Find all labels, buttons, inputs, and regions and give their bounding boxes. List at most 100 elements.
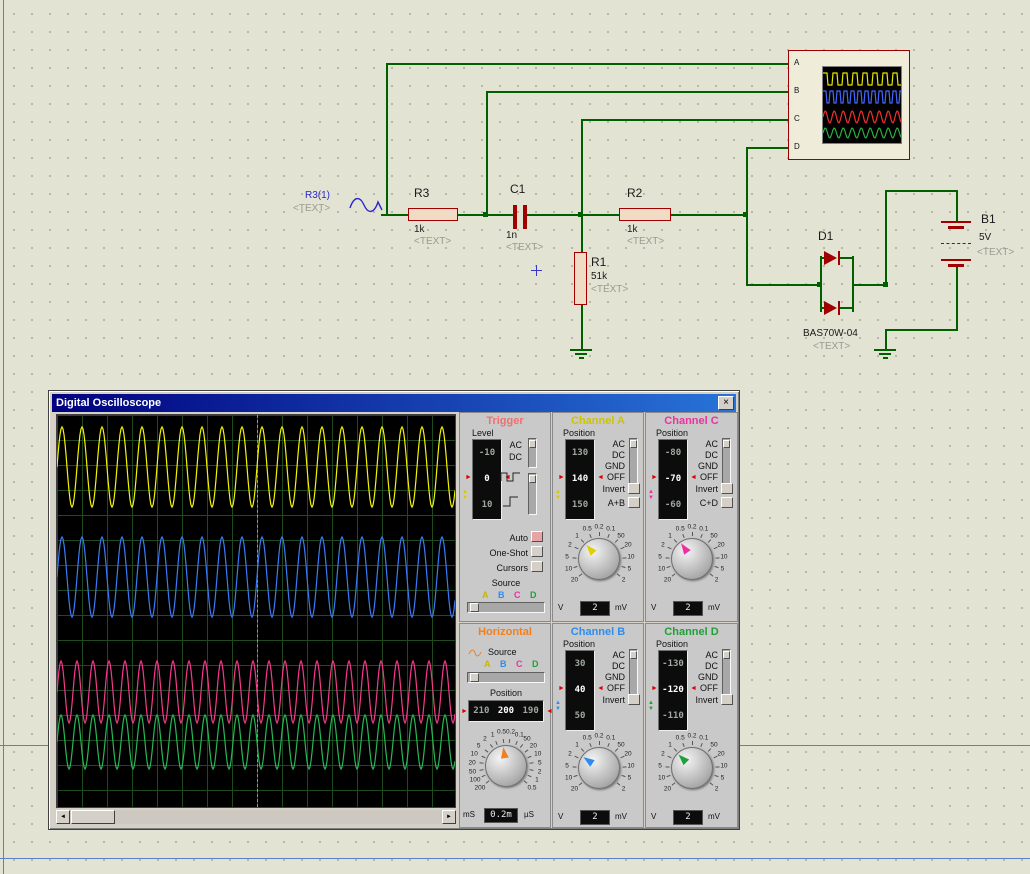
window-titlebar[interactable]: Digital Oscilloscope ×	[52, 394, 736, 412]
battery-b1-plate[interactable]	[941, 221, 971, 223]
knob-pointer	[499, 746, 509, 759]
r1-text-label: <TEXT>	[591, 284, 629, 295]
channel-a-nudge-arrows[interactable]: ▲ ▼	[555, 489, 561, 501]
nudge-down-icon[interactable]: ▼	[462, 495, 468, 501]
timebase-value: 0.2m	[484, 808, 518, 823]
scroll-thumb[interactable]	[71, 810, 115, 824]
channel-b-nudge-arrows[interactable]: ▲ ▼	[555, 700, 561, 712]
slider-thumb[interactable]	[630, 651, 637, 659]
wire-segment	[852, 284, 886, 286]
knob-scale-label: 5	[476, 742, 481, 750]
knob-tick	[572, 556, 577, 559]
slider-thumb[interactable]	[630, 440, 637, 448]
source-a[interactable]: A	[484, 659, 491, 669]
preview-trace-d	[822, 127, 902, 139]
knob-scale-label: 50	[710, 741, 718, 749]
timebase-knob[interactable]: 200 100 50 20 10 5 2 1 0.5 0.2 0.1 50 20 10 5 2 1 0.5	[462, 726, 551, 804]
knob-tick	[479, 762, 484, 765]
trigger-source-slider[interactable]	[467, 602, 545, 613]
knob-tick	[573, 565, 578, 568]
source-d[interactable]: D	[532, 659, 539, 669]
nudge-down-icon[interactable]: ▼	[555, 495, 561, 501]
knob-tick	[709, 573, 714, 577]
source-c[interactable]: C	[516, 659, 523, 669]
knob-body[interactable]	[671, 747, 713, 789]
channel-d-gain-knob[interactable]: 20 10 5 2 1 0.5 0.2 0.1 50 20 10 5 2	[648, 728, 737, 806]
position-value-current: -120	[662, 685, 684, 695]
source-d[interactable]: D	[530, 590, 537, 600]
capacitor-c1-plate[interactable]	[513, 205, 517, 229]
d1-value-label: BAS70W-04	[803, 328, 858, 339]
channel-d-coupling-slider[interactable]	[722, 649, 731, 695]
channel-d-invert-button[interactable]	[721, 694, 733, 705]
source-b[interactable]: B	[498, 590, 505, 600]
coupling-off: OFF	[700, 472, 718, 482]
channel-d-nudge-arrows[interactable]: ▲ ▼	[648, 700, 654, 712]
knob-scale-label: 2	[661, 750, 665, 758]
trigger-coupling-slider[interactable]	[528, 438, 537, 468]
channel-c-gain-knob[interactable]: 20 10 5 2 1 0.5 0.2 0.1 50 20 10 5 2	[648, 519, 737, 597]
source-b[interactable]: B	[500, 659, 507, 669]
scroll-right-icon[interactable]: ►	[442, 810, 456, 824]
scroll-left-icon[interactable]: ◄	[56, 810, 70, 824]
knob-body[interactable]	[578, 747, 620, 789]
knob-tick	[527, 775, 532, 778]
marker-right-icon: ►	[651, 685, 658, 692]
trigger-edge-slider[interactable]	[528, 473, 537, 515]
knob-tick	[667, 756, 672, 759]
knob-tick	[509, 739, 511, 744]
slider-thumb[interactable]	[470, 673, 479, 682]
knob-scale-label: 50	[617, 532, 625, 540]
knob-tick	[616, 782, 621, 786]
cursors-button[interactable]	[531, 561, 543, 572]
diode-d1-top[interactable]	[824, 251, 837, 265]
slider-thumb[interactable]	[723, 440, 730, 448]
source-a[interactable]: A	[482, 590, 489, 600]
coupling-ac: AC	[612, 650, 625, 660]
battery-b1-plate[interactable]	[941, 259, 971, 261]
channel-a-coupling-slider[interactable]	[629, 438, 638, 484]
battery-b1-plate[interactable]	[948, 264, 964, 267]
close-button[interactable]: ×	[718, 396, 734, 410]
channel-c-sum-button[interactable]	[721, 497, 733, 508]
coupling-off: OFF	[607, 683, 625, 693]
trigger-nudge-arrows[interactable]: ▲ ▼	[462, 489, 468, 501]
channel-a-invert-button[interactable]	[628, 483, 640, 494]
nudge-down-icon[interactable]: ▼	[555, 706, 561, 712]
one-shot-button[interactable]	[531, 546, 543, 557]
capacitor-c1-plate[interactable]	[523, 205, 527, 229]
knob-body[interactable]	[578, 538, 620, 580]
channel-a-gain-knob[interactable]: 20 10 5 2 1 0.5 0.2 0.1 50 20 10 5 2	[555, 519, 644, 597]
resistor-r1[interactable]	[574, 252, 587, 305]
knob-tick	[714, 565, 719, 568]
nudge-down-icon[interactable]: ▼	[648, 495, 654, 501]
resistor-r3[interactable]	[408, 208, 458, 221]
marker-right-icon: ►	[558, 685, 565, 692]
diode-d1-bottom[interactable]	[824, 301, 837, 315]
horizontal-source-slider[interactable]	[467, 672, 545, 683]
channel-b-position-display: 30 40 50	[565, 650, 595, 731]
slider-thumb[interactable]	[529, 440, 536, 448]
channel-d-title: Channel D	[664, 626, 719, 638]
slider-thumb[interactable]	[470, 603, 479, 612]
auto-button[interactable]	[531, 531, 543, 542]
nudge-down-icon[interactable]: ▼	[648, 706, 654, 712]
source-c[interactable]: C	[514, 590, 521, 600]
resistor-r2[interactable]	[619, 208, 671, 221]
channel-b-invert-button[interactable]	[628, 694, 640, 705]
slider-thumb[interactable]	[529, 475, 536, 483]
channel-c-coupling-slider[interactable]	[722, 438, 731, 484]
channel-a-sum-button[interactable]	[628, 497, 640, 508]
channel-b-coupling-slider[interactable]	[629, 649, 638, 695]
wire-segment	[956, 267, 958, 331]
channel-c-invert-button[interactable]	[721, 483, 733, 494]
knob-scale-label: 5	[720, 565, 725, 573]
battery-b1-plate[interactable]	[948, 226, 964, 229]
signal-generator-symbol[interactable]	[348, 194, 384, 216]
channel-c-nudge-arrows[interactable]: ▲ ▼	[648, 489, 654, 501]
slider-thumb[interactable]	[723, 651, 730, 659]
knob-tick	[573, 774, 578, 777]
horizontal-scrollbar[interactable]: ◄ ►	[56, 810, 456, 824]
knob-body[interactable]	[671, 538, 713, 580]
channel-b-gain-knob[interactable]: 20 10 5 2 1 0.5 0.2 0.1 50 20 10 5 2	[555, 728, 644, 806]
